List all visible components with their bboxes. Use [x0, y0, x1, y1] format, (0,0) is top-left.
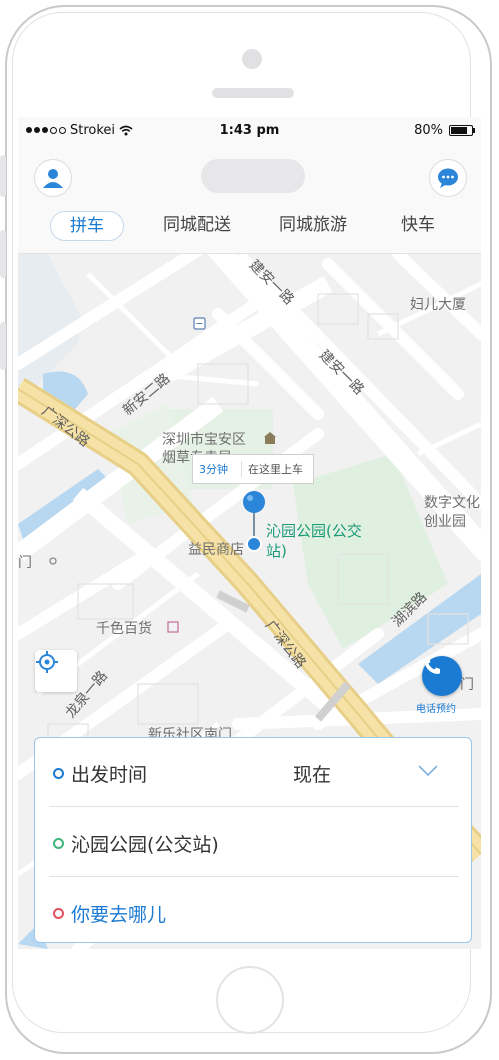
chevron-down-icon	[418, 765, 438, 777]
destination-dot-icon	[53, 908, 64, 919]
home-button[interactable]	[216, 966, 284, 1034]
divider	[49, 876, 459, 877]
volume-up-button	[0, 230, 6, 278]
origin-text: 沁园公园(公交站)	[71, 834, 219, 856]
battery-icon	[449, 125, 475, 136]
eta-label: 3分钟	[193, 461, 242, 477]
origin-dot-icon	[53, 838, 64, 849]
origin-row[interactable]: 沁园公园(公交站)	[49, 808, 459, 876]
speaker-grille	[212, 88, 294, 98]
pickup-name: 沁园公园(公交	[266, 522, 362, 540]
departure-time-label: 出发时间	[71, 764, 148, 786]
divider	[49, 806, 459, 807]
place-label: 创业园	[424, 514, 466, 530]
locate-button[interactable]	[35, 650, 77, 692]
place-label: 深圳市宝安区	[162, 432, 246, 448]
tab-city-travel[interactable]: 同城旅游	[268, 211, 358, 239]
volume-down-button	[0, 322, 6, 370]
place-label: 门	[460, 677, 474, 693]
status-bar: Strokei 1:43 pm 80%	[18, 117, 481, 145]
phone-booking-label: 电话预约	[416, 704, 456, 715]
user-icon	[43, 169, 63, 188]
front-camera	[242, 49, 262, 69]
trip-panel: 出发时间 现在 沁园公园(公交站) 你要去哪儿	[34, 737, 472, 943]
crosshair-icon	[36, 651, 58, 673]
phone-icon	[424, 658, 440, 674]
top-nav: 拼车 同城配送 同城旅游 快车	[18, 145, 481, 254]
departure-time-row[interactable]: 出发时间 现在	[49, 738, 459, 806]
messages-button[interactable]	[429, 159, 467, 197]
time-dot-icon	[53, 768, 64, 779]
title-placeholder	[201, 159, 305, 193]
place-label: 千色百货	[96, 621, 152, 637]
departure-time-value: 现在	[293, 764, 332, 786]
mute-switch	[0, 155, 6, 197]
destination-row[interactable]: 你要去哪儿	[49, 878, 459, 946]
clock: 1:43 pm	[219, 123, 280, 138]
pickup-name-cont: 站)	[266, 542, 287, 560]
place-label: 数字文化	[424, 495, 480, 511]
destination-input[interactable]: 你要去哪儿	[71, 900, 166, 927]
service-tabs: 拼车 同城配送 同城旅游 快车	[18, 207, 481, 245]
tab-carpool[interactable]: 拼车	[50, 211, 124, 241]
place-label: 妇儿大厦	[410, 297, 466, 313]
app-screen: Strokei 1:43 pm 80% 拼车 同城配送 同城旅游 快车 建安一路…	[18, 117, 481, 949]
chat-bubble-icon	[438, 168, 458, 188]
battery-percent: 80%	[414, 123, 443, 138]
pickup-hint: 在这里上车	[248, 463, 303, 476]
pickup-callout[interactable]: 3分钟 在这里上车	[192, 454, 314, 484]
bus-stop-icon	[193, 317, 206, 330]
tab-express[interactable]: 快车	[388, 211, 448, 239]
phone-booking-button[interactable]	[422, 656, 462, 696]
profile-button[interactable]	[34, 159, 72, 197]
place-label: 门	[18, 555, 32, 571]
tab-city-delivery[interactable]: 同城配送	[152, 211, 242, 239]
place-label: 益民商店	[188, 542, 244, 558]
